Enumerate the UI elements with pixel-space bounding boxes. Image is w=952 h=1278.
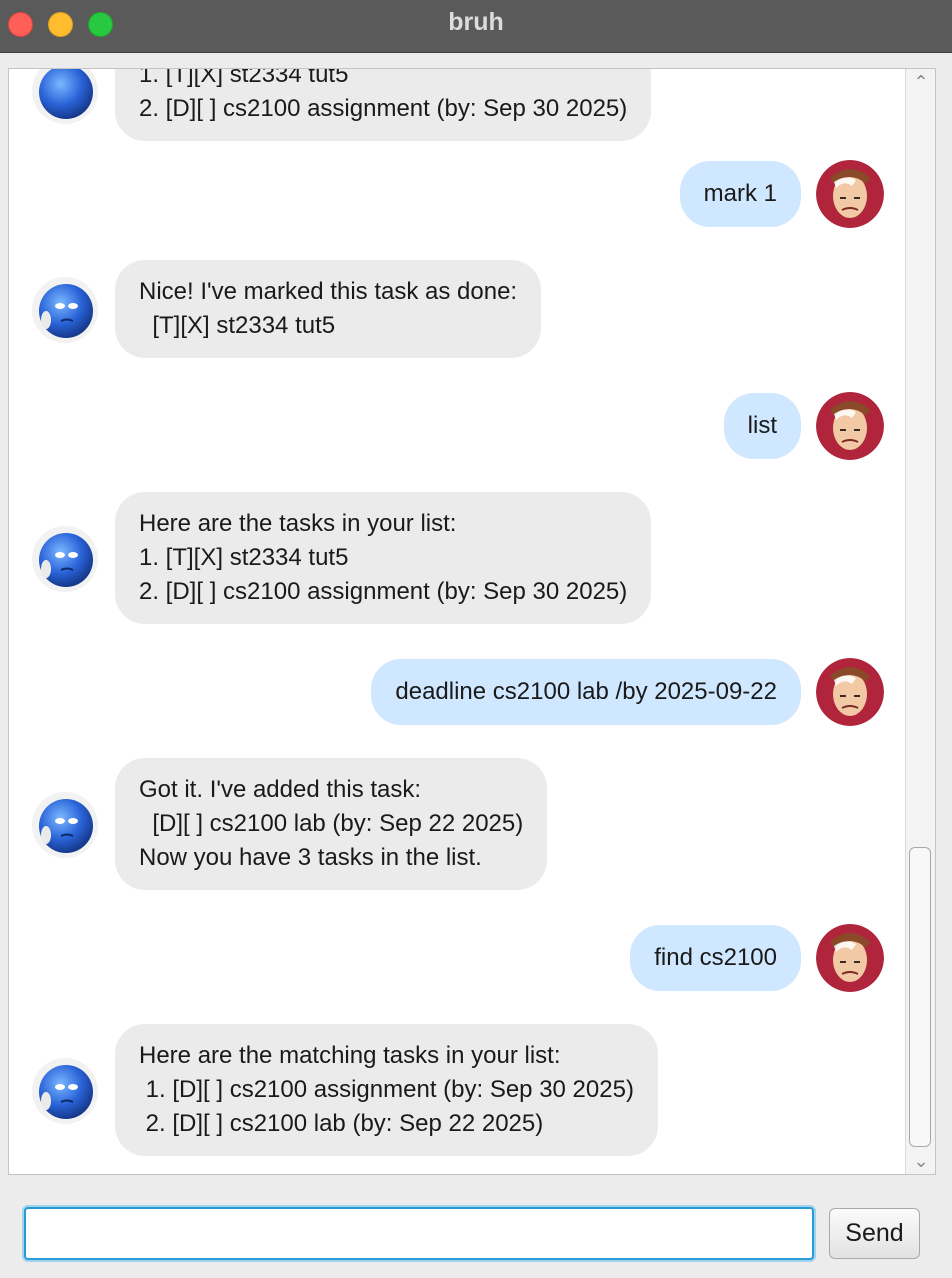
window-titlebar: bruh xyxy=(0,0,952,53)
vertical-scrollbar[interactable]: ⌃ ⌄ xyxy=(905,69,935,1174)
scroll-up-icon[interactable]: ⌃ xyxy=(910,71,932,93)
window-title: bruh xyxy=(448,8,504,36)
chat-scroll-pane[interactable]: 1. [T][X] st2334 tut5 2. [D][ ] cs2100 a… xyxy=(8,68,936,1175)
user-avatar xyxy=(816,658,884,726)
bot-avatar xyxy=(31,1057,99,1125)
user-message-bubble: list xyxy=(723,393,801,459)
bot-message-bubble: Nice! I've marked this task as done: [T]… xyxy=(115,260,542,358)
bot-avatar xyxy=(31,69,99,125)
dialog-container: 1. [T][X] st2334 tut5 2. [D][ ] cs2100 a… xyxy=(9,69,905,1174)
user-avatar xyxy=(816,924,884,992)
bot-avatar xyxy=(31,791,99,859)
user-message-bubble: mark 1 xyxy=(679,161,801,227)
scrollbar-thumb[interactable] xyxy=(909,847,931,1147)
bot-message-bubble: Here are the matching tasks in your list… xyxy=(115,1024,658,1156)
user-avatar xyxy=(816,392,884,460)
bot-message-bubble: 1. [T][X] st2334 tut5 2. [D][ ] cs2100 a… xyxy=(115,69,652,141)
user-message-bubble: deadline cs2100 lab /by 2025-09-22 xyxy=(371,659,801,725)
message-input[interactable] xyxy=(24,1207,814,1260)
send-button[interactable]: Send xyxy=(829,1208,920,1259)
bot-message-bubble: Here are the tasks in your list: 1. [T][… xyxy=(115,492,652,624)
user-message-bubble: find cs2100 xyxy=(630,925,801,991)
bot-avatar xyxy=(31,525,99,593)
user-avatar xyxy=(816,160,884,228)
bot-avatar xyxy=(31,276,99,344)
scroll-down-icon[interactable]: ⌄ xyxy=(910,1150,932,1172)
bot-message-bubble: Got it. I've added this task: [D][ ] cs2… xyxy=(115,758,548,890)
